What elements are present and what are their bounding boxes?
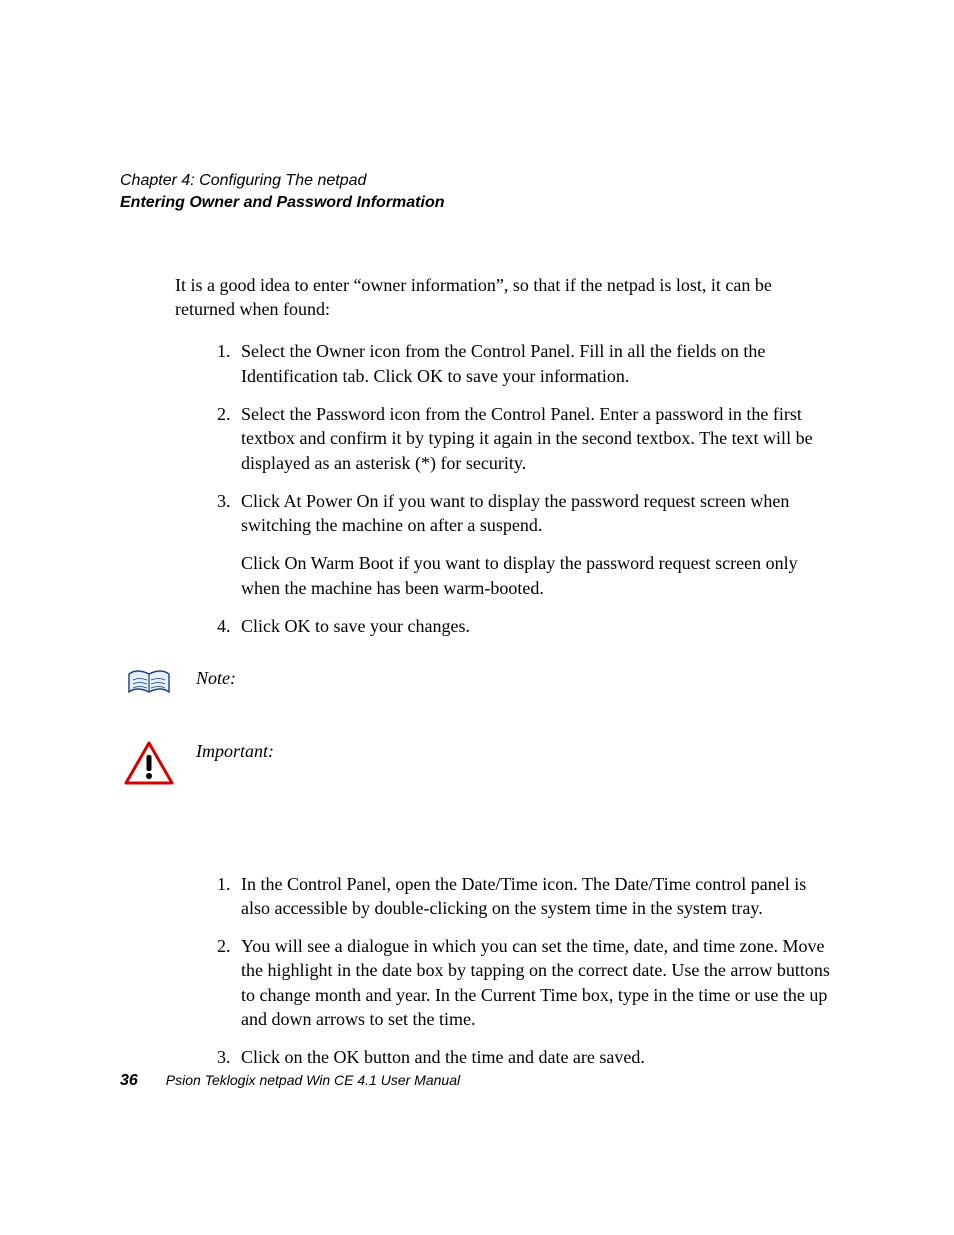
important-text: Don’t forget your password! If you have …: [196, 741, 829, 785]
settime-step-1: In the Control Panel, open the Date/Time…: [235, 872, 834, 921]
owner-steps: Select the Owner icon from the Control P…: [195, 339, 834, 638]
footer-title: Psion Teklogix netpad Win CE 4.1 User Ma…: [166, 1072, 460, 1088]
page-footer: 36 Psion Teklogix netpad Win CE 4.1 User…: [120, 1072, 460, 1090]
owner-step-3: Click At Power On if you want to display…: [235, 489, 834, 600]
settime-step-3: Click on the OK button and the time and …: [235, 1045, 834, 1069]
page-header: Chapter 4: Configuring The netpad Enteri…: [120, 170, 834, 215]
owner-step-1: Select the Owner icon from the Control P…: [235, 339, 834, 388]
chapter-label: Chapter 4: Configuring The netpad: [120, 170, 834, 192]
warning-icon: [124, 741, 174, 785]
important-block: Important: Don’t forget your password! I…: [120, 739, 834, 788]
book-icon: [125, 668, 173, 698]
section-label: Entering Owner and Password Information: [120, 192, 834, 214]
note-text: The system password does not protect fil…: [196, 668, 803, 712]
page-number: 36: [120, 1072, 138, 1090]
note-block: Note: The system password does not prote…: [120, 666, 834, 715]
owner-step-4: Click OK to save your changes.: [235, 614, 834, 638]
settime-steps: In the Control Panel, open the Date/Time…: [195, 872, 834, 1070]
important-label: Important:: [196, 741, 274, 761]
owner-intro: It is a good idea to enter “owner inform…: [175, 273, 834, 322]
note-label: Note:: [196, 668, 236, 688]
owner-step-2: Select the Password icon from the Contro…: [235, 402, 834, 475]
settime-step-2: You will see a dialogue in which you can…: [235, 934, 834, 1031]
